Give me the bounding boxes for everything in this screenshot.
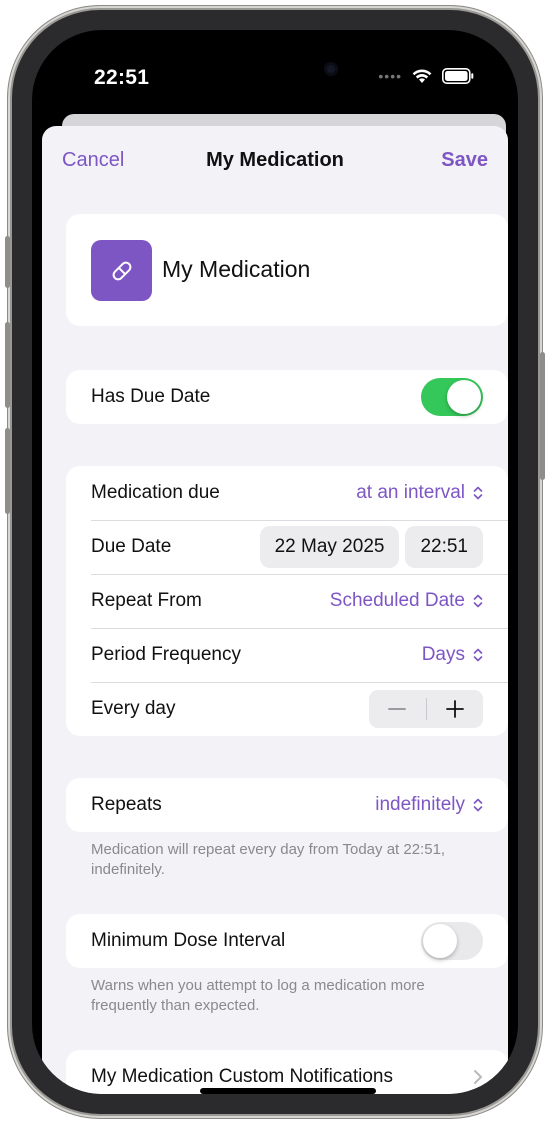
repeats-picker[interactable]: indefinitely: [375, 794, 483, 816]
every-day-label: Every day: [91, 698, 176, 719]
medication-due-value: at an interval: [356, 482, 465, 503]
schedule-card: Medication due at an interval Due Date 2…: [66, 466, 508, 736]
minimum-dose-footnote: Warns when you attempt to log a medicati…: [91, 977, 425, 1014]
chevron-right-icon: [474, 1070, 482, 1084]
device-screen: 22:51 •••• Cancel My Medication Save My …: [32, 30, 518, 1094]
has-due-date-toggle[interactable]: [421, 378, 483, 416]
up-down-chevron-icon: [473, 594, 483, 608]
due-date-label: Due Date: [91, 536, 172, 557]
status-time: 22:51: [94, 66, 150, 89]
phone-frame: 22:51 •••• Cancel My Medication Save My …: [12, 10, 538, 1114]
medication-due-row[interactable]: Medication due at an interval: [66, 466, 508, 520]
signal-dots-icon: ••••: [378, 68, 402, 84]
period-frequency-label: Period Frequency: [91, 644, 241, 665]
every-day-row: Every day: [66, 682, 508, 736]
period-frequency-value: Days: [421, 644, 465, 665]
due-date-button[interactable]: 22 May 2025: [259, 526, 400, 568]
medication-name[interactable]: My Medication: [162, 256, 310, 283]
custom-notifications-label: My Medication Custom Notifications: [91, 1066, 393, 1087]
camera-icon: [324, 62, 338, 76]
plus-icon: [445, 700, 464, 718]
toggle-knob: [423, 924, 457, 958]
medication-sheet: Cancel My Medication Save My Medication: [42, 126, 508, 1094]
up-down-chevron-icon: [473, 648, 483, 662]
page-title: My Medication: [206, 149, 344, 171]
minimum-dose-toggle[interactable]: [421, 922, 483, 960]
home-indicator[interactable]: [200, 1088, 376, 1094]
repeats-label: Repeats: [91, 794, 162, 815]
status-indicators: ••••: [378, 68, 474, 84]
side-power-button: [540, 352, 545, 480]
repeats-value: indefinitely: [375, 794, 465, 815]
has-due-date-row: Has Due Date: [66, 370, 508, 424]
save-button[interactable]: Save: [441, 149, 488, 172]
nav-bar: Cancel My Medication Save: [42, 126, 508, 192]
decrement-button[interactable]: [369, 690, 426, 728]
battery-icon: [442, 68, 474, 84]
action-button: [5, 236, 10, 288]
dynamic-island: [210, 54, 338, 90]
period-frequency-row[interactable]: Period Frequency Days: [66, 628, 508, 682]
repeats-row[interactable]: Repeats indefinitely: [66, 778, 508, 832]
minimum-dose-card: Minimum Dose Interval: [66, 914, 508, 968]
due-date-row: Due Date 22 May 2025 22:51: [66, 520, 508, 574]
repeat-from-label: Repeat From: [91, 590, 202, 611]
due-time-button[interactable]: 22:51: [405, 526, 483, 568]
has-due-date-label: Has Due Date: [91, 386, 211, 407]
medication-due-picker[interactable]: at an interval: [356, 482, 483, 504]
wifi-icon: [412, 69, 432, 83]
repeat-from-picker[interactable]: Scheduled Date: [330, 590, 483, 612]
toggle-knob: [447, 380, 481, 414]
increment-button[interactable]: [427, 690, 484, 728]
medication-icon-button[interactable]: [91, 240, 152, 301]
up-down-chevron-icon: [473, 486, 483, 500]
repeat-from-row[interactable]: Repeat From Scheduled Date: [66, 574, 508, 628]
period-frequency-picker[interactable]: Days: [422, 644, 483, 666]
interval-stepper: [369, 690, 483, 728]
repeat-from-value: Scheduled Date: [329, 590, 465, 611]
pill-icon: [112, 261, 131, 280]
repeats-footnote: Medication will repeat every day from To…: [91, 841, 446, 878]
volume-down-button: [5, 428, 10, 514]
minus-icon: [388, 708, 407, 710]
due-date-toggle-card: Has Due Date: [66, 370, 508, 424]
repeats-card: Repeats indefinitely: [66, 778, 508, 832]
medication-due-label: Medication due: [91, 482, 220, 503]
volume-up-button: [5, 322, 10, 408]
minimum-dose-label: Minimum Dose Interval: [91, 930, 286, 951]
minimum-dose-row: Minimum Dose Interval: [66, 914, 508, 968]
up-down-chevron-icon: [473, 798, 483, 812]
medication-header-card: My Medication: [66, 214, 508, 326]
